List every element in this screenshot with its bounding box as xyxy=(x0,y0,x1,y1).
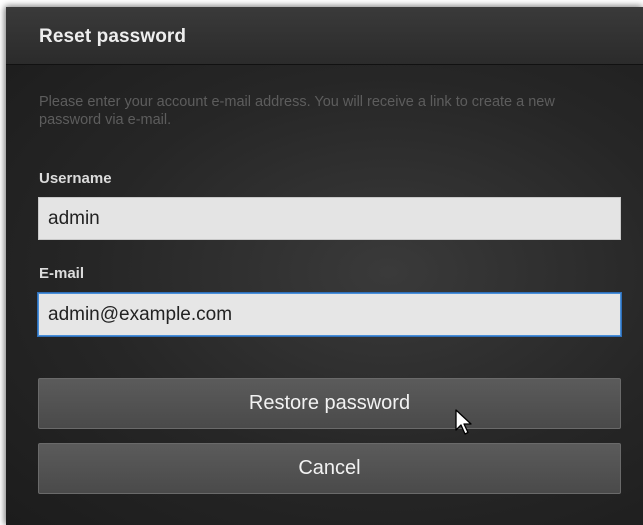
email-input[interactable] xyxy=(38,293,621,336)
username-label: Username xyxy=(39,170,112,187)
restore-password-button[interactable]: Restore password xyxy=(38,378,621,429)
dialog-body: Please enter your account e-mail address… xyxy=(6,65,643,525)
mouse-pointer-icon xyxy=(455,409,472,435)
dialog-title: Reset password xyxy=(39,26,187,47)
email-label: E-mail xyxy=(39,265,85,282)
instructions-text: Please enter your account e-mail address… xyxy=(39,94,555,128)
username-input[interactable] xyxy=(38,197,621,240)
cancel-button[interactable]: Cancel xyxy=(38,443,621,494)
dialog-header: Reset password xyxy=(6,7,643,65)
reset-password-dialog: Reset password Please enter your account… xyxy=(6,7,643,525)
